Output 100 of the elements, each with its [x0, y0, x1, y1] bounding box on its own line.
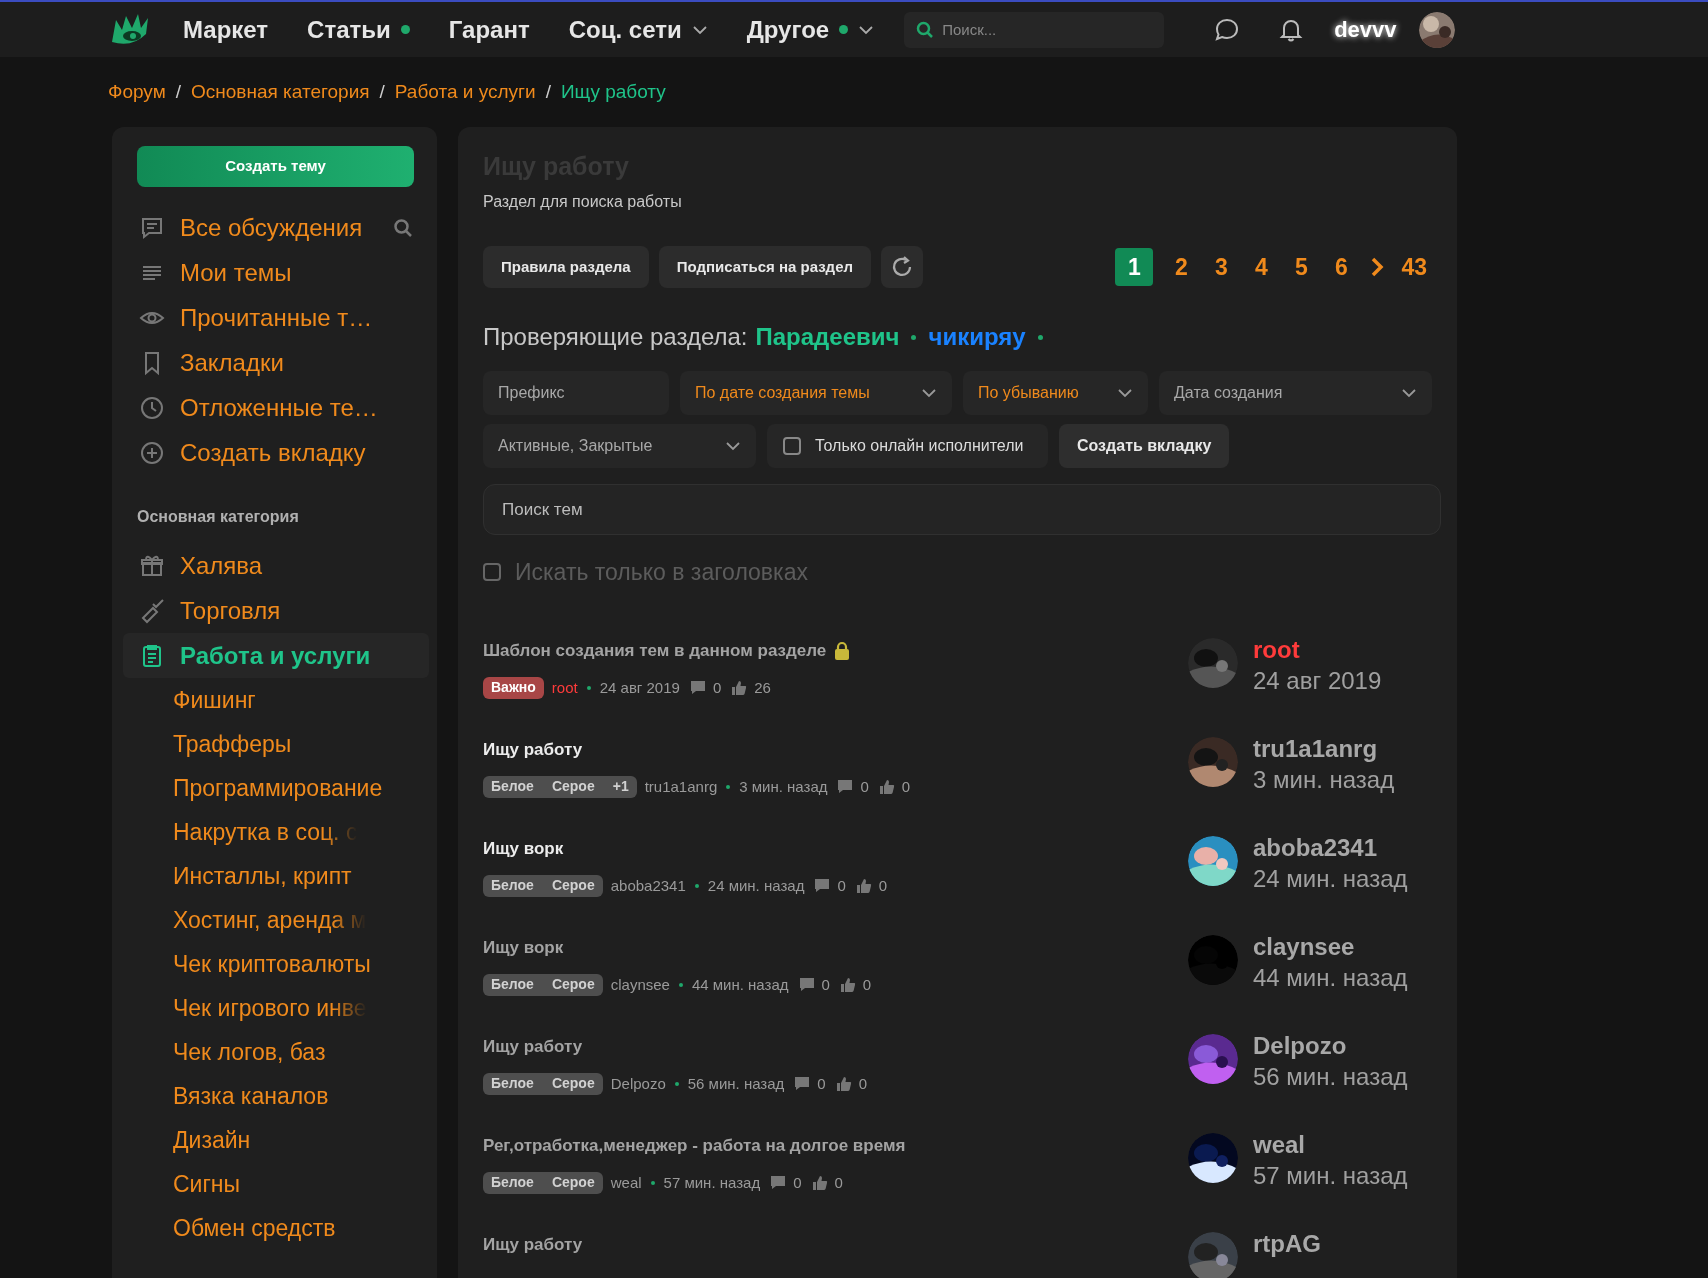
chevron-down-icon	[921, 388, 937, 398]
page-link[interactable]: 3	[1209, 248, 1234, 286]
section-button[interactable]: Подписаться на раздел	[658, 246, 871, 288]
search-field[interactable]: Поиск...	[904, 11, 1165, 48]
thread-time: 56 мин. назад	[687, 1073, 785, 1094]
thread-title[interactable]: Ищу ворк	[483, 935, 564, 961]
thread-title[interactable]: Ищу работу	[483, 1034, 583, 1060]
page-link[interactable]: 4	[1249, 248, 1274, 286]
reviewer-link[interactable]: чикиряу	[928, 319, 1026, 355]
subforum-link[interactable]: Обмен средств	[137, 1206, 336, 1250]
subforum-link[interactable]: Сигны	[137, 1162, 241, 1206]
reply-count: 0	[817, 1073, 826, 1094]
thread-title[interactable]: Ищу работу	[483, 737, 583, 763]
last-poster-link[interactable]: Delpozo	[1253, 1030, 1408, 1061]
last-poster-link[interactable]: tru1a1anrg	[1253, 733, 1395, 764]
last-poster-link[interactable]: rtpAG	[1253, 1228, 1321, 1259]
thread-time: 24 авг 2019	[599, 677, 680, 698]
new-indicator-icon	[839, 25, 849, 34]
sidebar-link[interactable]: Отложенные те…	[180, 389, 413, 426]
prefix-tag: +1	[612, 776, 629, 798]
filter-dropdown[interactable]: Префикс	[483, 371, 669, 415]
section-description: Раздел для поиска работы	[483, 192, 683, 212]
subforum-link[interactable]: Чек логов, баз	[137, 1030, 326, 1074]
checkbox[interactable]	[783, 437, 801, 455]
topic-search-field[interactable]: Поиск тем	[483, 484, 1441, 535]
author-link[interactable]: root	[551, 676, 578, 699]
last-poster-link[interactable]: aboba2341	[1253, 832, 1408, 863]
section-button[interactable]: Правила раздела	[483, 246, 649, 288]
next-page-icon[interactable]	[1369, 256, 1386, 278]
breadcrumb-link[interactable]: Работа и услуги	[394, 77, 536, 107]
chat-icon[interactable]	[1214, 16, 1241, 43]
breadcrumb-link[interactable]: Основная категория	[191, 77, 370, 107]
subforum-link[interactable]: Инсталлы, крипт	[137, 854, 352, 898]
subforum-link[interactable]: Трафферы	[137, 722, 292, 766]
author-link[interactable]: tru1a1anrg	[644, 775, 718, 798]
forum-link[interactable]: Халява	[123, 543, 429, 588]
refresh-button[interactable]	[881, 246, 923, 288]
subforum-link[interactable]: Фишинг	[137, 678, 256, 722]
thread-title[interactable]: Ищу ворк	[483, 836, 564, 862]
page-link[interactable]: 6	[1329, 248, 1354, 286]
subforum-link[interactable]: Вязка каналов	[137, 1074, 329, 1118]
like-count: 0	[834, 1172, 843, 1193]
checkbox-option[interactable]: Только онлайн исполнители	[767, 424, 1048, 468]
nav-link[interactable]: Соц. сети	[568, 11, 708, 48]
breadcrumb-separator: /	[545, 79, 551, 104]
search-icon[interactable]	[393, 217, 413, 238]
reply-count: 0	[712, 677, 722, 698]
page-link[interactable]: 1	[1115, 248, 1154, 286]
forum-link[interactable]: Работа и услуги	[123, 633, 429, 678]
subforum-link[interactable]: Программирование	[137, 766, 383, 810]
breadcrumb-link[interactable]: Ищу работу	[560, 77, 666, 107]
comment-icon	[770, 1175, 787, 1191]
create-topic-button[interactable]: Создать тему	[137, 146, 414, 187]
author-link[interactable]: Delpozo	[610, 1072, 666, 1095]
sidebar-link[interactable]: Закладки	[180, 344, 413, 381]
thumbs-up-icon	[835, 1075, 852, 1092]
sidebar-link[interactable]: Мои темы	[180, 254, 413, 291]
author-link[interactable]: weal	[610, 1171, 642, 1194]
chevron-down-icon	[1117, 388, 1133, 398]
reply-count: 0	[793, 1172, 802, 1193]
nav-link[interactable]: Гарант	[448, 11, 530, 48]
thread-title[interactable]: Ищу работу	[483, 1232, 583, 1258]
reviewer-link[interactable]: Парадеевич	[755, 319, 900, 355]
thread-title[interactable]: Рег,отработка,менеджер - работа на долгое время	[483, 1133, 906, 1159]
separator-dot-icon	[1037, 334, 1043, 340]
username[interactable]: devvv	[1334, 13, 1397, 46]
author-link[interactable]: aboba2341	[610, 874, 686, 897]
nav-link[interactable]: Маркет	[183, 11, 269, 48]
filter-dropdown[interactable]: По дате создания темы	[680, 371, 952, 415]
separator-dot-icon	[674, 1081, 679, 1086]
like-count: 0	[901, 776, 911, 797]
search-icon	[916, 20, 935, 39]
thread-title[interactable]: Шаблон создания тем в данном разделе	[483, 638, 851, 664]
page-link[interactable]: 43	[1401, 249, 1427, 285]
subforum-link[interactable]: Хостинг, аренда м	[137, 898, 367, 942]
last-poster-link[interactable]: weal	[1253, 1129, 1408, 1160]
thread-time: 24 мин. назад	[707, 875, 805, 896]
page-link[interactable]: 2	[1169, 248, 1194, 286]
breadcrumb-link[interactable]: Форум	[108, 77, 166, 107]
nav-link[interactable]: Другое	[746, 11, 875, 48]
checkbox-label: Искать только в заголовках	[515, 557, 808, 587]
page-link[interactable]: 5	[1289, 248, 1314, 286]
new-indicator-icon	[400, 25, 410, 34]
sidebar-link[interactable]: Создать вкладку	[180, 434, 413, 471]
filter-dropdown[interactable]: По убыванию	[963, 371, 1148, 415]
breadcrumb-separator: /	[379, 79, 385, 104]
author-link[interactable]: claynsee	[610, 973, 670, 996]
last-poster-link[interactable]: claynsee	[1253, 931, 1408, 962]
sidebar-link[interactable]: Прочитанные т…	[180, 299, 413, 336]
last-poster-link[interactable]: root	[1253, 634, 1382, 665]
create-tab-button[interactable]: Создать вкладку	[1059, 424, 1230, 468]
nav-link[interactable]: Статьи	[307, 11, 410, 48]
filter-dropdown[interactable]: Активные, Закрытые	[483, 424, 756, 468]
subforum-link[interactable]: Дизайн	[137, 1118, 251, 1162]
subforum-link[interactable]: Чек криптовалюты	[137, 942, 371, 986]
subforum-link[interactable]: Чек игрового инве	[137, 986, 367, 1030]
forum-link[interactable]: Торговля	[123, 588, 429, 633]
filter-dropdown[interactable]: Дата создания	[1159, 371, 1432, 415]
separator-dot-icon	[911, 334, 917, 340]
sidebar-link[interactable]: Все обсуждения	[180, 209, 413, 246]
